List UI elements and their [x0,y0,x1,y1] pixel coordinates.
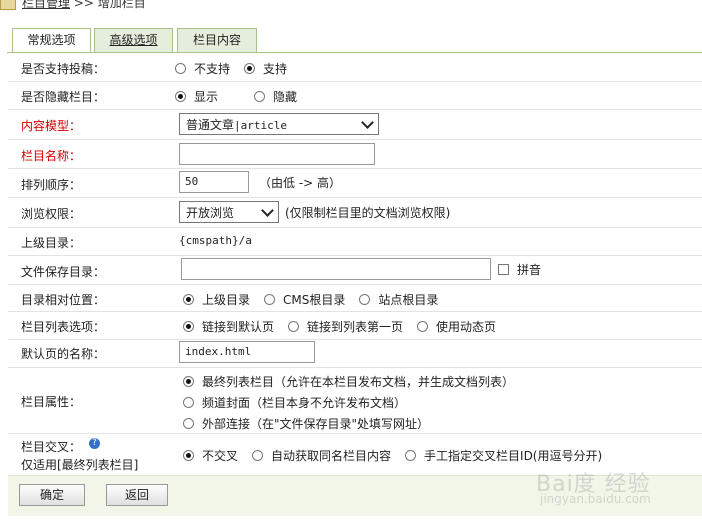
save-dir-label: 文件保存目录： [21,265,106,279]
column-name-label: 栏目名称： [21,149,82,163]
content-model-value: 普通文章 [186,117,235,132]
column-attr-external-label: 外部连接（在"文件保存目录"处填写网址） [202,417,430,431]
list-option-radio-default[interactable] [183,321,194,332]
browse-perm-value: 开放浏览 [186,205,235,220]
sort-order-label: 排列顺序： [21,178,82,192]
allow-submit-yes-label: 支持 [263,62,288,76]
list-option-radio-first[interactable] [288,321,300,332]
row-sort-order: 排列顺序： 50 （由低 -> 高） [8,168,702,198]
default-page-input[interactable]: index.html [179,341,315,363]
content-model-select[interactable]: 普通文章|article [179,113,379,135]
list-option-first-label: 链接到列表第一页 [307,320,404,334]
cross-radio-none[interactable] [183,450,194,461]
relative-pos-radio-parent[interactable] [183,294,194,305]
folder-icon [0,0,16,10]
relative-pos-radio-cms[interactable] [264,294,276,305]
list-option-label: 栏目列表选项： [21,320,106,334]
relative-pos-label: 目录相对位置： [21,293,106,307]
chevron-down-icon [261,203,274,217]
tab-general-label: 常规选项 [27,33,76,47]
hidden-label: 是否隐藏栏目： [21,90,106,104]
hidden-group: 显示 隐藏 [175,88,311,105]
column-attr-channel-label: 频道封面（栏目本身不允许发布文档） [202,396,407,410]
cross-sublabel: 仅适用[最终列表栏目] [21,458,139,472]
sort-order-hint: （由低 -> 高） [259,175,342,190]
cross-radio-manual[interactable] [405,450,417,461]
allow-submit-label: 是否支持投稿： [21,62,106,76]
cross-label: 栏目交叉： [21,440,82,454]
row-column-attr: 栏目属性： 最终列表栏目（允许在本栏目发布文档，并生成文档列表） 频道封面（栏目… [8,367,702,434]
cross-label-wrap: 栏目交叉：? [21,438,101,455]
cross-radio-auto[interactable] [252,450,264,461]
column-attr-radio-channel[interactable] [183,397,194,408]
relative-pos-cms-label: CMS根目录 [283,293,346,307]
ok-button[interactable]: 确定 [19,484,85,506]
cross-auto-label: 自动获取同名栏目内容 [271,449,392,463]
breadcrumb: 栏目管理 >> 增加栏目 [0,0,146,10]
tab-advanced[interactable]: 高级选项 [94,28,173,52]
help-icon[interactable]: ? [89,438,101,449]
relative-pos-site-label: 站点根目录 [378,293,439,307]
tab-content-label: 栏目内容 [192,33,241,47]
browse-perm-hint: (仅限制栏目里的文档浏览权限) [285,205,451,220]
back-button[interactable]: 返回 [106,484,168,506]
content-model-value-suffix: |article [234,118,287,132]
parent-dir-label: 上级目录： [21,236,82,250]
browse-perm-select[interactable]: 开放浏览 [179,201,279,223]
parent-dir-value: {cmspath}/a [179,234,252,247]
browse-perm-label: 浏览权限： [21,207,82,221]
save-dir-input[interactable] [181,258,491,280]
hidden-hide-label: 隐藏 [273,90,298,104]
default-page-label: 默认页的名称： [21,347,106,361]
list-option-default-label: 链接到默认页 [202,320,275,334]
content-model-control: 普通文章|article [179,113,379,135]
row-relative-pos: 目录相对位置： 上级目录 CMS根目录 站点根目录 [8,284,702,312]
list-option-dynamic-label: 使用动态页 [436,320,497,334]
hidden-radio-hide[interactable] [254,91,266,102]
list-option-radio-dynamic[interactable] [417,321,429,332]
hidden-radio-show[interactable] [175,91,186,102]
tab-general[interactable]: 常规选项 [12,28,91,53]
row-browse-perm: 浏览权限： 开放浏览 (仅限制栏目里的文档浏览权限) [8,197,702,228]
row-default-page: 默认页的名称： index.html [8,339,702,368]
column-attr-final-label: 最终列表栏目（允许在本栏目发布文档，并生成文档列表） [202,375,515,389]
tab-content[interactable]: 栏目内容 [177,28,257,52]
row-parent-dir: 上级目录： {cmspath}/a [8,227,702,256]
column-name-input[interactable] [179,143,375,165]
allow-submit-radio-no[interactable] [175,63,186,74]
row-content-model: 内容模型： 普通文章|article [8,109,702,140]
cross-none-label: 不交叉 [202,449,239,463]
hidden-show-label: 显示 [194,90,219,104]
allow-submit-no-label: 不支持 [194,62,231,76]
column-attr-radio-external[interactable] [183,418,194,429]
sort-order-input[interactable]: 50 [179,171,249,193]
row-save-dir: 文件保存目录： 拼音 [8,255,702,285]
relative-pos-parent-label: 上级目录 [202,293,251,307]
cross-manual-label: 手工指定交叉栏目ID(用逗号分开) [424,449,603,463]
content-model-label: 内容模型： [21,119,82,133]
breadcrumb-separator: >> [73,0,94,10]
row-list-option: 栏目列表选项： 链接到默认页 链接到列表第一页 使用动态页 [8,311,702,340]
column-attr-radio-final[interactable] [183,376,194,387]
breadcrumb-section-link[interactable]: 栏目管理 [22,0,70,10]
pinyin-checkbox[interactable] [498,263,509,275]
relative-pos-radio-site[interactable] [359,294,371,305]
row-allow-submit: 是否支持投稿： 不支持 支持 [8,54,702,82]
content-model-value-wrap: 普通文章|article [186,116,287,133]
allow-submit-radio-yes[interactable] [244,63,256,74]
watermark-url: jingyan.baidu.com [540,492,651,506]
row-column-name: 栏目名称： [8,139,702,169]
breadcrumb-current: 增加栏目 [97,0,146,10]
pinyin-label: 拼音 [517,262,542,277]
row-hidden: 是否隐藏栏目： 显示 隐藏 [8,81,702,110]
allow-submit-group: 不支持 支持 [175,60,301,77]
column-attr-label: 栏目属性： [21,395,82,409]
tab-advanced-label: 高级选项 [109,33,158,47]
chevron-down-icon [361,115,374,129]
